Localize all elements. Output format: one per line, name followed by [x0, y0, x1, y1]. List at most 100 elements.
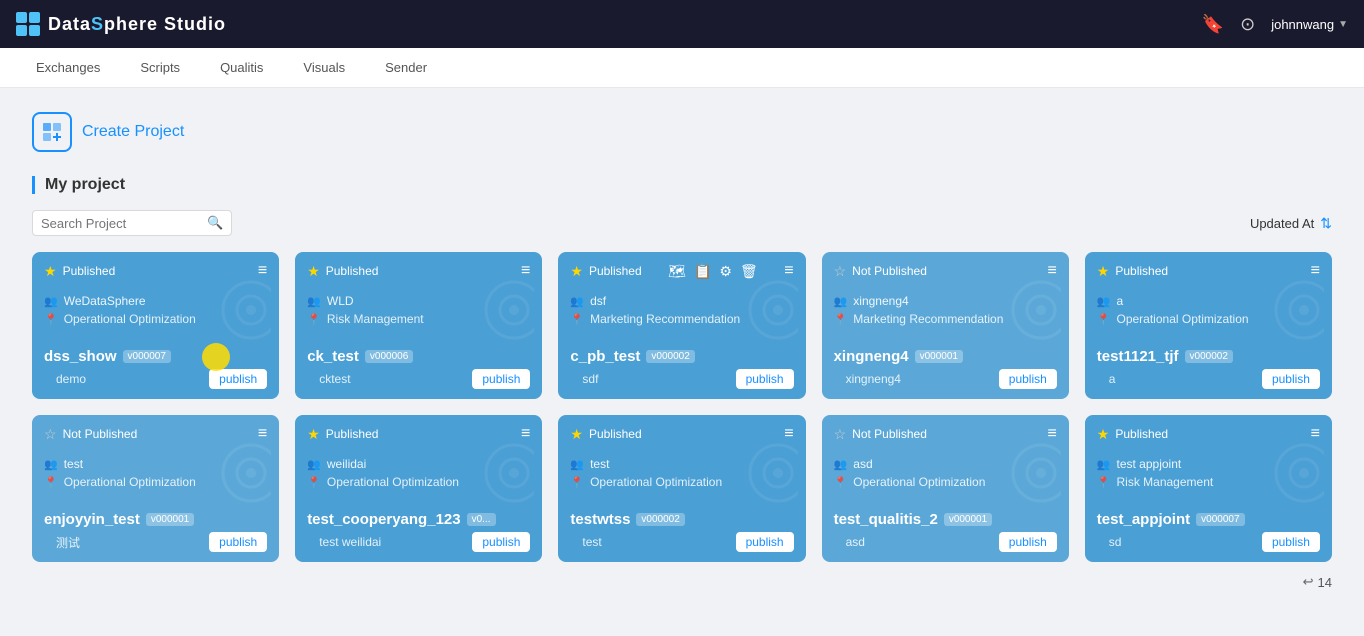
card-category: Operational Optimization — [853, 475, 985, 489]
project-card[interactable]: ★ Published ≡ 👥 test appjoint — [1085, 415, 1332, 562]
user-icon: 👥 — [570, 295, 584, 308]
card-menu-icon[interactable]: ≡ — [1047, 425, 1056, 443]
publish-button[interactable]: publish — [1262, 532, 1320, 552]
card-owner: xingneng4 — [834, 372, 913, 386]
trash-icon[interactable]: 🗑 — [740, 263, 758, 280]
star-icon: ★ — [570, 263, 583, 280]
card-menu-icon[interactable]: ≡ — [1047, 262, 1056, 280]
card-body: 👥 test 📍 Operational Optimization — [558, 453, 805, 511]
publish-button[interactable]: publish — [999, 532, 1057, 552]
location-icon: 📍 — [1097, 313, 1111, 326]
card-menu-icon[interactable]: ≡ — [258, 262, 267, 280]
publish-button[interactable]: publish — [999, 369, 1057, 389]
card-menu-icon[interactable]: ≡ — [258, 425, 267, 443]
logo[interactable]: DataSphere Studio — [16, 12, 226, 36]
create-project-icon — [32, 112, 72, 152]
card-category: Marketing Recommendation — [853, 312, 1003, 326]
card-name: dss_show — [44, 348, 117, 365]
card-menu-icon[interactable]: ≡ — [784, 425, 793, 443]
location-icon: 📍 — [834, 313, 848, 326]
user-icon: 👥 — [1097, 295, 1111, 308]
card-status: ★ Published — [570, 426, 641, 443]
project-card[interactable]: ★ Published ≡ 👥 weilidai — [295, 415, 542, 562]
location-icon: 📍 — [307, 476, 321, 489]
card-name: ck_test — [307, 348, 359, 365]
publish-button[interactable]: publish — [209, 532, 267, 552]
user-icon: 👥 — [307, 458, 321, 471]
card-menu-icon[interactable]: ≡ — [1311, 262, 1320, 280]
subnav-item-qualitis[interactable]: Qualitis — [200, 48, 283, 88]
copy-icon[interactable]: 📋 — [694, 263, 711, 280]
search-icon: 🔍 — [207, 215, 223, 231]
card-status: ★ Published — [1097, 426, 1168, 443]
map-icon[interactable]: 🗺 — [668, 263, 686, 280]
sort-control[interactable]: Updated At ⇅ — [1250, 215, 1332, 232]
subnav-item-scripts[interactable]: Scripts — [120, 48, 200, 88]
card-status: ★ Published — [570, 263, 641, 280]
star-icon: ★ — [307, 263, 320, 280]
card-menu-icon[interactable]: ≡ — [784, 262, 793, 280]
gear-icon[interactable]: ⚙ — [719, 263, 732, 280]
card-owner-publish: sd publish — [1085, 532, 1332, 562]
status-label: Published — [589, 427, 642, 441]
card-bg-icon — [1254, 280, 1324, 354]
user-icon: 👥 — [834, 295, 848, 308]
publish-button[interactable]: publish — [472, 532, 530, 552]
card-category: Operational Optimization — [590, 475, 722, 489]
subnav-item-sender[interactable]: Sender — [365, 48, 447, 88]
card-body: 👥 a 📍 Operational Optimization — [1085, 290, 1332, 348]
card-menu-icon[interactable]: ≡ — [521, 425, 530, 443]
create-project-button[interactable]: Create Project — [32, 112, 1332, 152]
subnav-item-exchanges[interactable]: Exchanges — [16, 48, 120, 88]
subnav-item-visuals[interactable]: Visuals — [283, 48, 365, 88]
publish-button[interactable]: publish — [472, 369, 530, 389]
publish-button[interactable]: publish — [736, 532, 794, 552]
sort-label: Updated At — [1250, 216, 1314, 231]
card-version: v000007 — [123, 350, 171, 363]
card-body: 👥 test 📍 Operational Optimization — [32, 453, 279, 511]
card-version: v000001 — [944, 513, 992, 526]
project-card[interactable]: ★ Published ≡ 👥 WeDataSphere — [32, 252, 279, 399]
publish-button[interactable]: publish — [1262, 369, 1320, 389]
card-version: v000002 — [646, 350, 694, 363]
github-icon[interactable]: ⊙ — [1240, 14, 1255, 35]
card-version: v000002 — [636, 513, 684, 526]
card-menu-icon[interactable]: ≡ — [521, 262, 530, 280]
bookmark-icon[interactable]: 🔖 — [1202, 14, 1224, 35]
card-name: enjoyyin_test — [44, 511, 140, 528]
card-status: ☆ Not Published — [834, 426, 927, 443]
card-owner-publish: xingneng4 publish — [822, 369, 1069, 399]
card-user: test — [590, 457, 609, 471]
card-category: Operational Optimization — [64, 475, 196, 489]
card-body: 👥 WLD 📍 Risk Management — [295, 290, 542, 348]
publish-button[interactable]: publish — [209, 369, 267, 389]
star-icon: ☆ — [44, 426, 57, 443]
project-card[interactable]: ★ Published ≡ 👥 a — [1085, 252, 1332, 399]
user-icon: 👥 — [44, 295, 58, 308]
card-category: Marketing Recommendation — [590, 312, 740, 326]
project-card[interactable]: ★ Published 🗺 📋 ⚙ 🗑 ≡ — [558, 252, 805, 399]
publish-button[interactable]: publish — [736, 369, 794, 389]
card-user: asd — [853, 457, 872, 471]
card-name: test_qualitis_2 — [834, 511, 938, 528]
card-bg-icon — [991, 443, 1061, 517]
project-card[interactable]: ★ Published ≡ 👥 test — [558, 415, 805, 562]
card-bg-icon — [991, 280, 1061, 354]
project-card[interactable]: ☆ Not Published ≡ 👥 asd — [822, 415, 1069, 562]
project-card[interactable]: ★ Published ≡ 👥 WLD — [295, 252, 542, 399]
project-card[interactable]: ☆ Not Published ≡ 👥 xingneng4 — [822, 252, 1069, 399]
card-menu-icon[interactable]: ≡ — [1311, 425, 1320, 443]
project-card[interactable]: ☆ Not Published ≡ 👥 test — [32, 415, 279, 562]
search-input[interactable] — [41, 216, 201, 231]
logo-icon — [16, 12, 40, 36]
search-box[interactable]: 🔍 — [32, 210, 232, 236]
user-icon: 👥 — [570, 458, 584, 471]
card-owner-publish: test publish — [558, 532, 805, 562]
card-owner-publish: cktest publish — [295, 369, 542, 399]
pagination-bar: ↩ 14 — [32, 562, 1332, 602]
card-owner: a — [1097, 372, 1128, 386]
pagination-count: 14 — [1318, 575, 1332, 590]
user-menu[interactable]: johnnwang ▼ — [1271, 17, 1348, 32]
sub-navigation: Exchanges Scripts Qualitis Visuals Sende… — [0, 48, 1364, 88]
card-body: 👥 WeDataSphere 📍 Operational Optimizatio… — [32, 290, 279, 348]
